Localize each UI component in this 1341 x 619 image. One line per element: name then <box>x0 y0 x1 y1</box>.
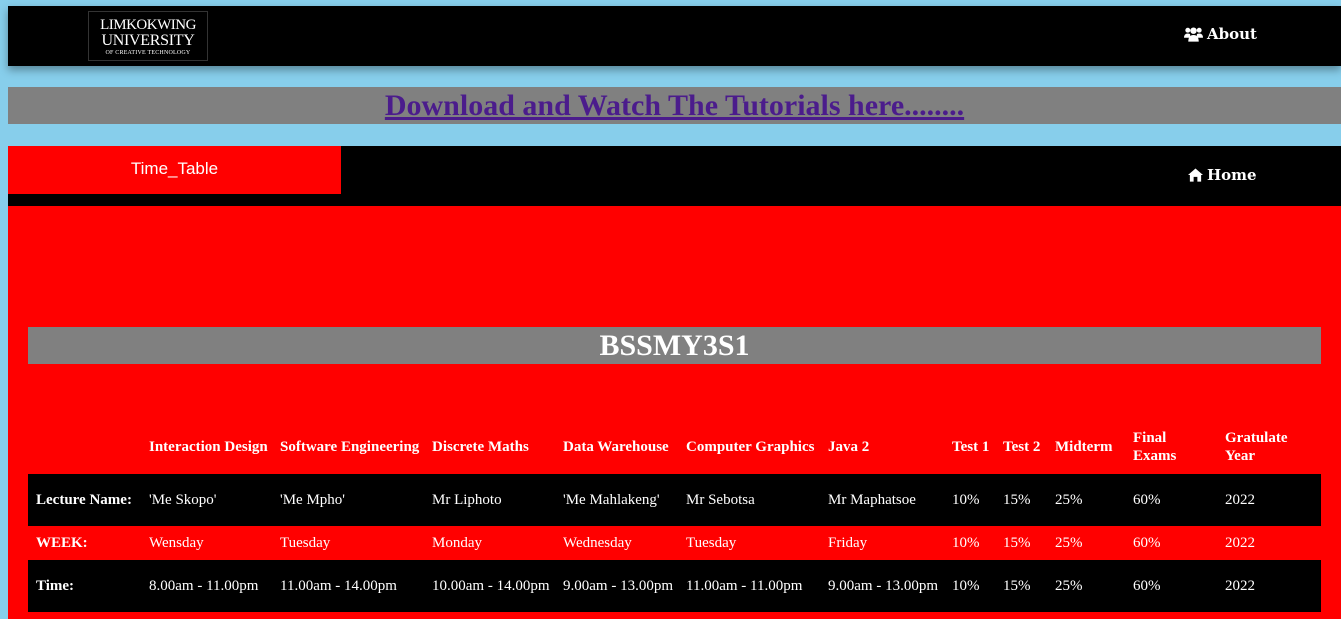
table-row: Lecture Name: 'Me Skopo' 'Me Mpho' Mr Li… <box>28 474 1321 526</box>
column-header: Interaction Design <box>149 439 268 455</box>
row-header: Lecture Name: <box>28 474 141 526</box>
row-header: Time: <box>28 560 141 612</box>
table-row: Time: 8.00am - 11.00pm 11.00am - 14.00pm… <box>28 560 1321 612</box>
tab-time-table[interactable]: Time_Table <box>8 146 341 194</box>
table-cell: Tuesday <box>686 535 737 551</box>
column-header: Computer Graphics <box>686 439 815 455</box>
column-header: Data Warehouse <box>563 439 669 455</box>
logo-line-1: LIMKOKWING <box>100 17 196 33</box>
university-logo[interactable]: LIMKOKWING UNIVERSITY OF CREATIVE TECHNO… <box>88 11 208 61</box>
table-cell: 11.00am - 11.00pm <box>678 560 820 612</box>
home-link[interactable]: Home <box>1188 166 1257 184</box>
tutorials-banner: Download and Watch The Tutorials here...… <box>8 87 1341 124</box>
table-cell: 25% <box>1047 474 1125 526</box>
top-navbar: LIMKOKWING UNIVERSITY OF CREATIVE TECHNO… <box>8 6 1341 66</box>
table-cell: Wensday <box>149 535 204 551</box>
table-cell: 9.00am - 13.00pm <box>820 560 944 612</box>
table-cell: 8.00am - 11.00pm <box>141 560 272 612</box>
column-header: Test 1 <box>952 439 990 455</box>
table-cell: 2022 <box>1217 560 1321 612</box>
column-header: Gratulate Year <box>1225 430 1288 464</box>
table-cell: 10.00am - 14.00pm <box>424 560 555 612</box>
table-cell: 15% <box>995 560 1047 612</box>
timetable-panel: BSSMY3S1 Interaction Design Software Eng… <box>8 206 1341 619</box>
users-icon <box>1184 27 1203 42</box>
column-header: Final Exams <box>1133 430 1177 464</box>
table-cell: Wednesday <box>563 535 632 551</box>
table-cell: 15% <box>1003 535 1031 551</box>
logo-line-3: OF CREATIVE TECHNOLOGY <box>105 50 191 56</box>
table-cell: Mr Liphoto <box>424 474 555 526</box>
table-header-row: Interaction Design Software Engineering … <box>28 420 1321 474</box>
logo-line-2: UNIVERSITY <box>101 32 195 49</box>
timetable-table: Interaction Design Software Engineering … <box>28 420 1321 612</box>
column-header: Discrete Maths <box>432 439 529 455</box>
about-label: About <box>1207 25 1257 43</box>
table-cell: Mr Sebotsa <box>678 474 820 526</box>
table-cell: Tuesday <box>280 535 331 551</box>
table-cell: 15% <box>995 474 1047 526</box>
table-cell: Friday <box>828 535 868 551</box>
class-title: BSSMY3S1 <box>28 327 1321 364</box>
column-header: Java 2 <box>828 439 870 455</box>
table-cell: Monday <box>432 535 482 551</box>
home-label: Home <box>1207 166 1257 184</box>
table-row: WEEK: Wensday Tuesday Monday Wednesday T… <box>28 526 1321 560</box>
column-header: Midterm <box>1055 439 1113 455</box>
row-header: WEEK: <box>36 535 88 551</box>
table-cell: 'Me Skopo' <box>141 474 272 526</box>
tutorials-download-link[interactable]: Download and Watch The Tutorials here...… <box>385 89 964 122</box>
section-navbar: Time_Table Home <box>8 146 1341 206</box>
column-header: Test 2 <box>1003 439 1041 455</box>
column-header: Software Engineering <box>280 439 420 455</box>
table-cell: 2022 <box>1225 535 1255 551</box>
table-cell: 'Me Mpho' <box>272 474 424 526</box>
about-link[interactable]: About <box>1184 25 1257 43</box>
table-cell: 11.00am - 14.00pm <box>272 560 424 612</box>
table-cell: 25% <box>1047 560 1125 612</box>
table-cell: 10% <box>952 535 980 551</box>
table-cell: 60% <box>1133 535 1161 551</box>
home-icon <box>1188 168 1203 182</box>
column-header <box>28 420 141 474</box>
table-cell: 25% <box>1055 535 1083 551</box>
table-cell: 60% <box>1125 474 1217 526</box>
table-cell: 2022 <box>1217 474 1321 526</box>
table-cell: 9.00am - 13.00pm <box>555 560 678 612</box>
table-cell: 'Me Mahlakeng' <box>555 474 678 526</box>
table-cell: 60% <box>1125 560 1217 612</box>
table-cell: 10% <box>944 560 995 612</box>
table-cell: 10% <box>944 474 995 526</box>
table-cell: Mr Maphatsoe <box>820 474 944 526</box>
